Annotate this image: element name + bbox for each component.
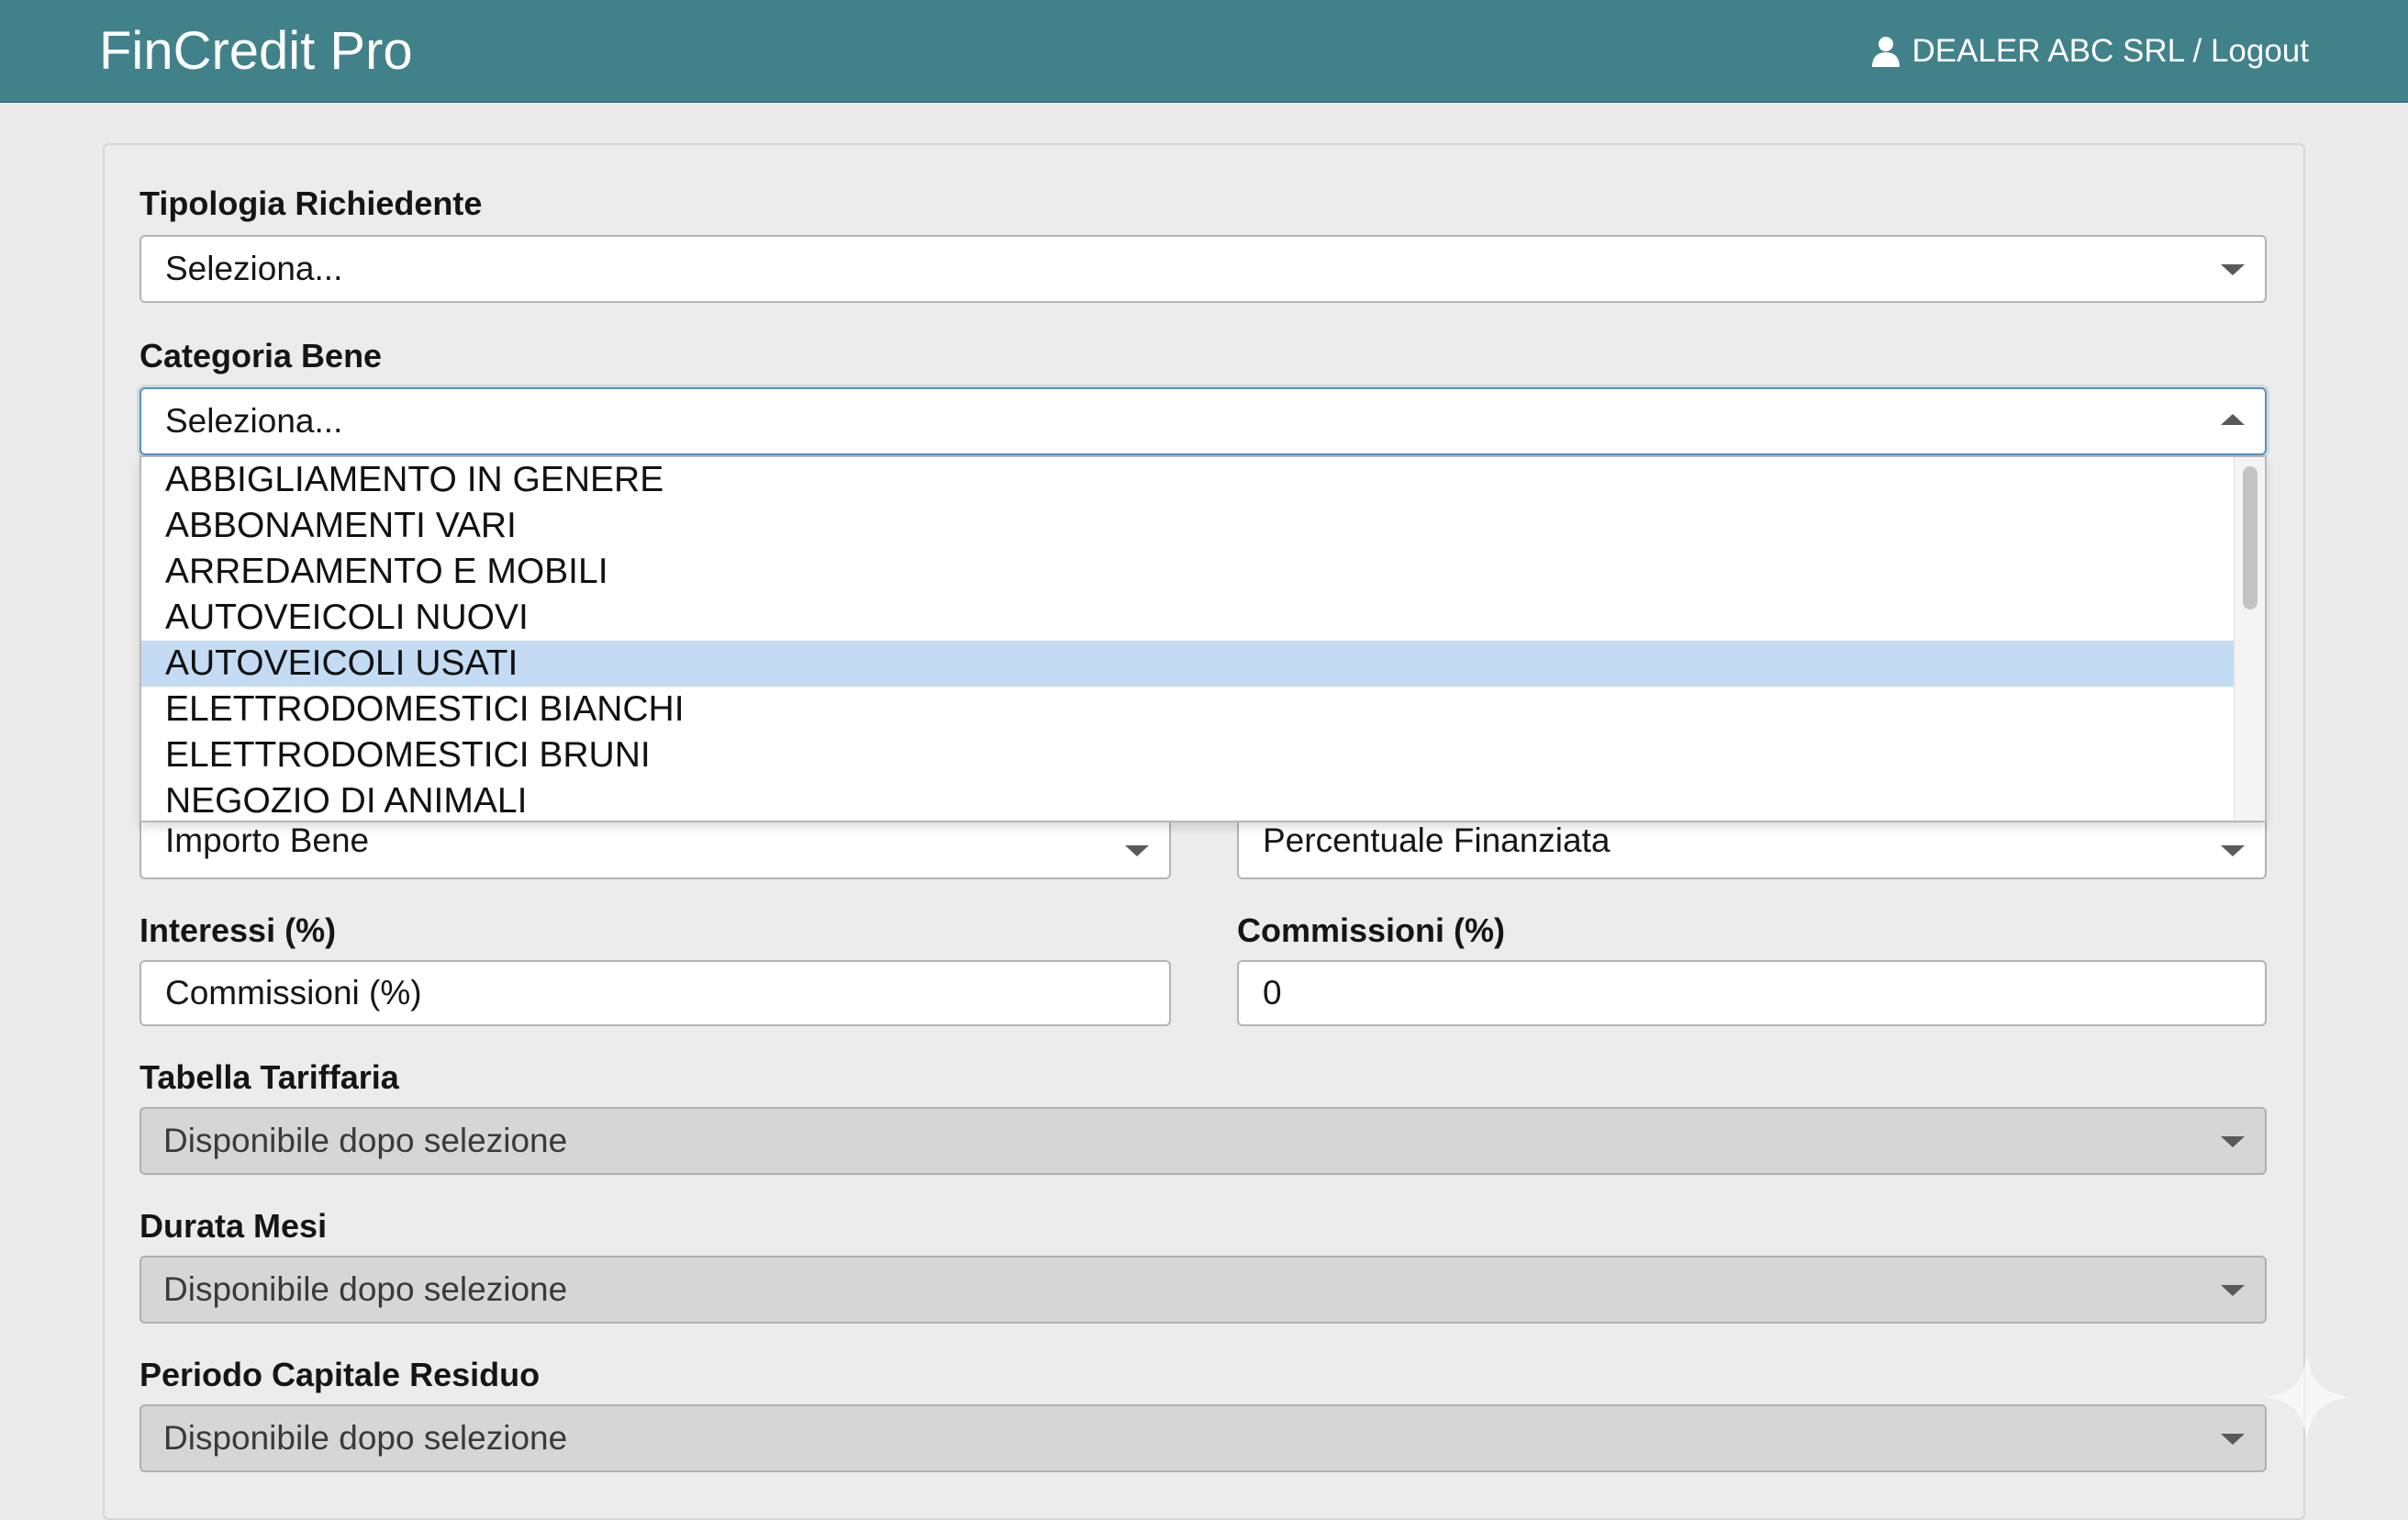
durata-value: Disponibile dopo selezione — [163, 1270, 568, 1308]
interessi-label: Interessi (%) — [139, 911, 337, 949]
durata-select: Disponibile dopo selezione — [139, 1256, 2267, 1324]
commissioni-input[interactable]: 0 — [1237, 960, 2267, 1026]
app-brand[interactable]: FinCredit Pro — [99, 18, 413, 84]
dropdown-scrollbar-thumb[interactable] — [2243, 466, 2258, 609]
tabella-select: Disponibile dopo selezione — [139, 1107, 2267, 1175]
commissioni-label: Commissioni (%) — [1237, 911, 1506, 949]
periodo-select: Disponibile dopo selezione — [139, 1404, 2267, 1472]
dropdown-option[interactable]: NEGOZIO DI ANIMALI — [141, 778, 2234, 821]
top-navbar: FinCredit Pro DEALER ABC SRL / Logout — [0, 0, 2408, 103]
commissioni-value: 0 — [1263, 974, 1282, 1011]
chevron-down-icon — [2221, 1434, 2245, 1445]
dropdown-option[interactable]: AUTOVEICOLI NUOVI — [141, 595, 2234, 641]
chevron-down-icon — [2221, 1136, 2245, 1147]
chevron-down-icon — [1125, 845, 1149, 856]
categoria-select[interactable]: Seleziona... — [139, 387, 2267, 455]
importo-bene-value: Importo Bene — [165, 821, 370, 859]
periodo-label: Periodo Capitale Residuo — [139, 1356, 541, 1393]
dropdown-option-highlighted[interactable]: AUTOVEICOLI USATI — [141, 641, 2234, 687]
dropdown-options: ABBIGLIAMENTO IN GENERE ABBONAMENTI VARI… — [141, 457, 2234, 821]
periodo-value: Disponibile dopo selezione — [163, 1419, 568, 1457]
interessi-input[interactable]: Commissioni (%) — [139, 960, 1171, 1026]
categoria-value: Seleziona... — [165, 402, 343, 440]
tabella-value: Disponibile dopo selezione — [163, 1122, 568, 1159]
dropdown-option[interactable]: ABBIGLIAMENTO IN GENERE — [141, 457, 2234, 503]
tipologia-select[interactable]: Seleziona... — [139, 235, 2267, 303]
user-logout-link[interactable]: DEALER ABC SRL / Logout — [1871, 28, 2309, 75]
categoria-dropdown-list[interactable]: ABBIGLIAMENTO IN GENERE ABBONAMENTI VARI… — [139, 455, 2267, 822]
user-logout-text[interactable]: DEALER ABC SRL / Logout — [1912, 33, 2309, 70]
tipologia-label: Tipologia Richiedente — [139, 184, 483, 222]
tipologia-value: Seleziona... — [165, 250, 343, 287]
user-icon — [1872, 37, 1901, 67]
dropdown-scrollbar[interactable] — [2234, 457, 2265, 821]
chevron-up-icon — [2221, 414, 2245, 425]
tabella-label: Tabella Tariffaria — [139, 1058, 399, 1096]
chevron-down-icon — [2221, 264, 2245, 275]
sparkle-icon — [2263, 1353, 2351, 1441]
categoria-label: Categoria Bene — [139, 337, 383, 374]
dropdown-option[interactable]: ELETTRODOMESTICI BIANCHI — [141, 687, 2234, 732]
chevron-down-icon — [2221, 845, 2245, 856]
durata-label: Durata Mesi — [139, 1207, 328, 1245]
chevron-down-icon — [2221, 1285, 2245, 1296]
dropdown-option[interactable]: ARREDAMENTO E MOBILI — [141, 549, 2234, 595]
dropdown-option[interactable]: ELETTRODOMESTICI BRUNI — [141, 732, 2234, 778]
dropdown-option[interactable]: ABBONAMENTI VARI — [141, 503, 2234, 549]
interessi-value: Commissioni (%) — [165, 974, 422, 1011]
percentuale-value: Percentuale Finanziata — [1263, 821, 1611, 859]
